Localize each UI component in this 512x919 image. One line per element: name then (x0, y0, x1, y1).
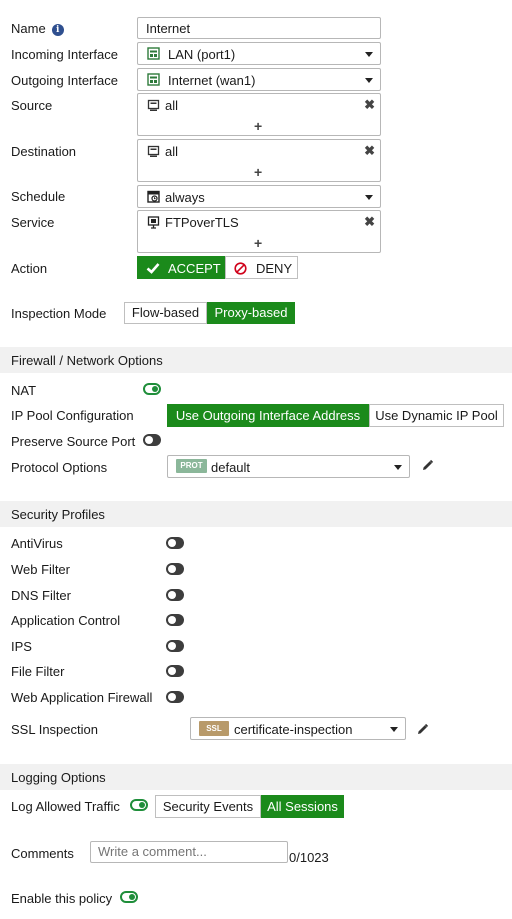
service-icon (147, 216, 160, 229)
preserve-source-port-label: Preserve Source Port (11, 434, 136, 449)
remove-icon[interactable]: ✖ (364, 215, 375, 228)
service-label: Service (11, 215, 55, 230)
application-control-toggle[interactable] (166, 614, 184, 626)
destination-label: Destination (11, 144, 77, 159)
flow-based-button[interactable]: Flow-based (124, 302, 207, 324)
service-field[interactable]: FTPoverTLS ✖ + (137, 210, 381, 253)
chevron-down-icon (365, 78, 373, 83)
protocol-options-value: default (211, 460, 251, 475)
security-events-button[interactable]: Security Events (155, 795, 261, 818)
comments-counter: 0/1023 (289, 850, 329, 865)
logging-section-header: Logging Options (0, 764, 512, 790)
ssl-badge: SSL (199, 721, 229, 736)
web-application-firewall-toggle[interactable] (166, 691, 184, 703)
security-section-header: Security Profiles (0, 501, 512, 527)
interface-icon (147, 47, 160, 60)
pencil-icon[interactable] (416, 723, 429, 736)
chevron-down-icon (394, 465, 402, 470)
preserve-source-port-toggle[interactable] (143, 434, 161, 446)
protocol-options-label: Protocol Options (11, 460, 108, 475)
accept-label: ACCEPT (168, 261, 221, 276)
ips-toggle[interactable] (166, 640, 184, 652)
profile-label-ips: IPS (11, 639, 32, 654)
remove-icon[interactable]: ✖ (364, 144, 375, 157)
add-destination-icon[interactable]: + (254, 165, 262, 179)
outgoing-interface-select[interactable]: Internet (wan1) (137, 68, 381, 91)
all-sessions-button[interactable]: All Sessions (261, 795, 344, 818)
address-icon (147, 99, 160, 111)
ssl-inspection-select[interactable]: SSL certificate-inspection (190, 717, 406, 740)
deny-label: DENY (256, 261, 293, 276)
schedule-select[interactable]: always (137, 185, 381, 208)
profile-label-file-filter: File Filter (11, 664, 65, 679)
comments-label: Comments (11, 846, 74, 861)
proxy-based-button[interactable]: Proxy-based (207, 302, 295, 324)
destination-field[interactable]: all ✖ + (137, 139, 381, 182)
schedule-label: Schedule (11, 189, 66, 204)
source-value: all (165, 98, 179, 113)
ssl-inspection-value: certificate-inspection (234, 722, 353, 737)
schedule-value: always (165, 190, 205, 205)
schedule-icon (147, 190, 160, 203)
incoming-interface-value: LAN (port1) (168, 47, 236, 62)
log-allowed-traffic-toggle[interactable] (130, 799, 148, 811)
protocol-badge: PROT (176, 459, 207, 473)
name-label: Name i (11, 21, 64, 36)
dns-filter-toggle[interactable] (166, 589, 184, 601)
deny-button[interactable]: DENY (225, 256, 298, 279)
outgoing-interface-value: Internet (wan1) (168, 73, 256, 88)
profile-label-web-filter: Web Filter (11, 562, 70, 577)
nat-toggle[interactable] (143, 383, 161, 395)
service-value: FTPoverTLS (165, 215, 239, 230)
firewall-section-header: Firewall / Network Options (0, 347, 512, 373)
add-service-icon[interactable]: + (254, 236, 262, 250)
chevron-down-icon (365, 195, 373, 200)
checkmark-icon (146, 263, 160, 274)
antivirus-toggle[interactable] (166, 537, 184, 549)
interface-icon (147, 73, 160, 86)
nat-label: NAT (11, 383, 37, 398)
accept-button[interactable]: ACCEPT (137, 256, 225, 279)
profile-label-waf: Web Application Firewall (11, 690, 153, 705)
incoming-interface-label: Incoming Interface (11, 47, 118, 62)
info-icon[interactable]: i (51, 24, 64, 36)
source-label: Source (11, 98, 53, 113)
protocol-options-select[interactable]: PROT default (167, 455, 410, 478)
outgoing-interface-label: Outgoing Interface (11, 73, 118, 88)
add-source-icon[interactable]: + (254, 119, 262, 133)
address-icon (147, 145, 160, 157)
ip-pool-label: IP Pool Configuration (11, 408, 134, 423)
destination-value: all (165, 144, 179, 159)
ssl-inspection-label: SSL Inspection (11, 722, 98, 737)
use-outgoing-interface-button[interactable]: Use Outgoing Interface Address (167, 404, 369, 427)
use-dynamic-ip-pool-button[interactable]: Use Dynamic IP Pool (369, 404, 504, 427)
profile-label-application-control: Application Control (11, 613, 121, 628)
comments-textarea[interactable] (90, 841, 288, 863)
deny-icon (234, 262, 247, 275)
action-label: Action (11, 261, 48, 276)
chevron-down-icon (365, 52, 373, 57)
file-filter-toggle[interactable] (166, 665, 184, 677)
enable-policy-toggle[interactable] (120, 891, 138, 903)
web-filter-toggle[interactable] (166, 563, 184, 575)
source-field[interactable]: all ✖ + (137, 93, 381, 136)
enable-policy-label: Enable this policy (11, 891, 113, 906)
log-allowed-traffic-label: Log Allowed Traffic (11, 799, 120, 814)
profile-label-dns-filter: DNS Filter (11, 588, 71, 603)
profile-label-antivirus: AntiVirus (11, 536, 63, 551)
remove-icon[interactable]: ✖ (364, 98, 375, 111)
pencil-icon[interactable] (421, 459, 434, 472)
incoming-interface-select[interactable]: LAN (port1) (137, 42, 381, 65)
chevron-down-icon (390, 727, 398, 732)
inspection-mode-label: Inspection Mode (11, 306, 107, 321)
name-input[interactable] (137, 17, 381, 39)
